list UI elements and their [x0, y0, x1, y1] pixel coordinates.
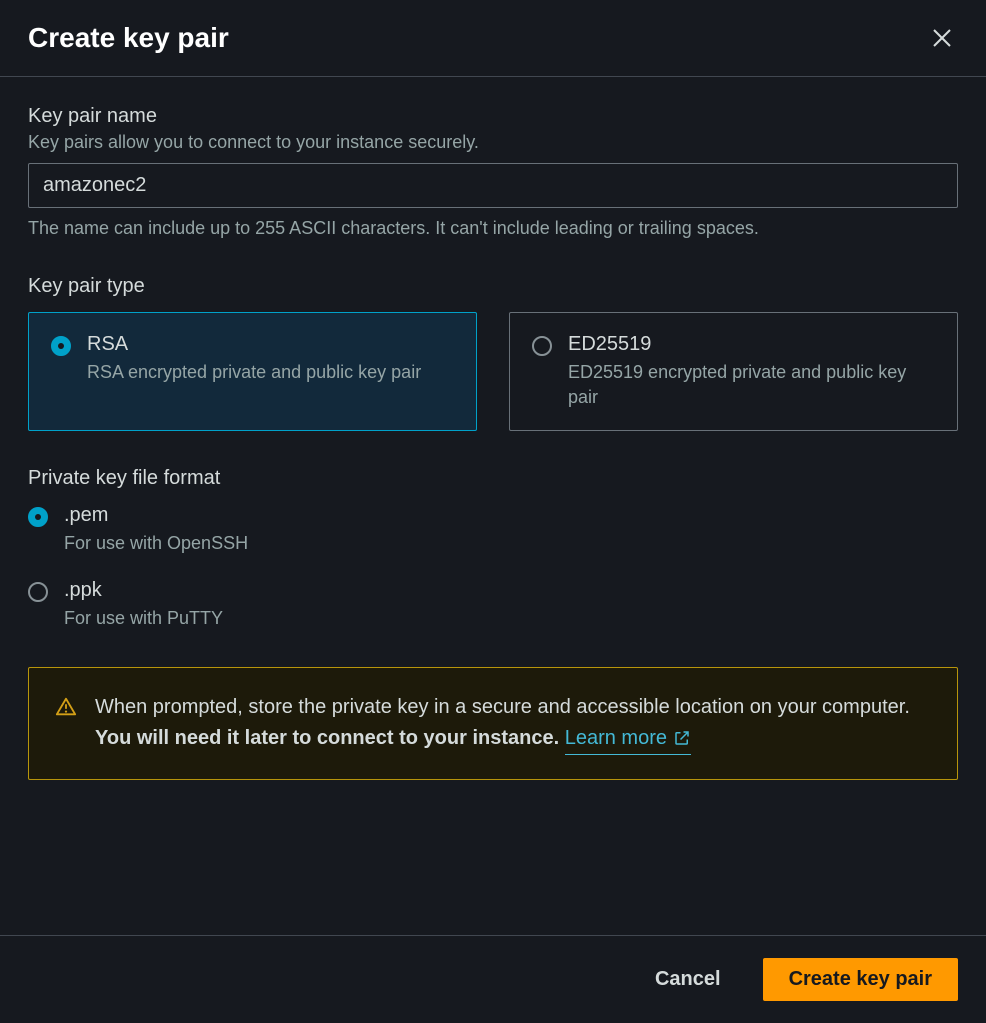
radio-option-title: .pem [64, 504, 958, 527]
key-pair-type-label: Key pair type [28, 275, 958, 298]
radio-option-title: RSA [87, 333, 454, 356]
create-key-pair-button[interactable]: Create key pair [763, 958, 958, 1001]
radio-option-desc: RSA encrypted private and public key pai… [87, 360, 454, 385]
key-pair-name-group: Key pair name Key pairs allow you to con… [28, 105, 958, 239]
warning-text-bold: You will need it later to connect to you… [95, 727, 559, 749]
key-type-ed25519-option[interactable]: ED25519 ED25519 encrypted private and pu… [509, 312, 958, 431]
radio-option-desc: For use with PuTTY [64, 606, 958, 631]
format-pem-option[interactable]: .pem For use with OpenSSH [28, 504, 958, 556]
learn-more-label: Learn more [565, 723, 667, 754]
key-pair-name-label: Key pair name [28, 105, 958, 128]
radio-option-title: .ppk [64, 579, 958, 602]
key-pair-type-group: Key pair type RSA RSA encrypted private … [28, 275, 958, 431]
radio-icon [51, 336, 71, 356]
file-format-group: Private key file format .pem For use wit… [28, 467, 958, 630]
radio-option-title: ED25519 [568, 333, 935, 356]
warning-text: When prompted, store the private key in … [95, 692, 931, 755]
radio-option-desc: For use with OpenSSH [64, 531, 958, 556]
key-type-rsa-option[interactable]: RSA RSA encrypted private and public key… [28, 312, 477, 431]
radio-icon [532, 336, 552, 356]
radio-icon [28, 507, 48, 527]
modal-content: Key pair name Key pairs allow you to con… [0, 77, 986, 935]
file-format-label: Private key file format [28, 467, 958, 490]
learn-more-link[interactable]: Learn more [565, 723, 691, 755]
warning-icon [55, 696, 77, 718]
warning-text-before: When prompted, store the private key in … [95, 696, 910, 718]
modal-footer: Cancel Create key pair [0, 935, 986, 1023]
modal-header: Create key pair [0, 0, 986, 77]
key-pair-name-help: The name can include up to 255 ASCII cha… [28, 218, 958, 239]
close-icon [930, 26, 954, 50]
key-pair-name-input[interactable] [28, 163, 958, 208]
create-key-pair-modal: Create key pair Key pair name Key pairs … [0, 0, 986, 1023]
warning-alert: When prompted, store the private key in … [28, 667, 958, 780]
format-ppk-option[interactable]: .ppk For use with PuTTY [28, 579, 958, 631]
external-link-icon [673, 729, 691, 747]
modal-title: Create key pair [28, 22, 229, 54]
cancel-button[interactable]: Cancel [629, 958, 747, 1001]
key-pair-name-hint: Key pairs allow you to connect to your i… [28, 132, 958, 153]
radio-option-desc: ED25519 encrypted private and public key… [568, 360, 935, 410]
radio-icon [28, 582, 48, 602]
close-button[interactable] [926, 22, 958, 54]
